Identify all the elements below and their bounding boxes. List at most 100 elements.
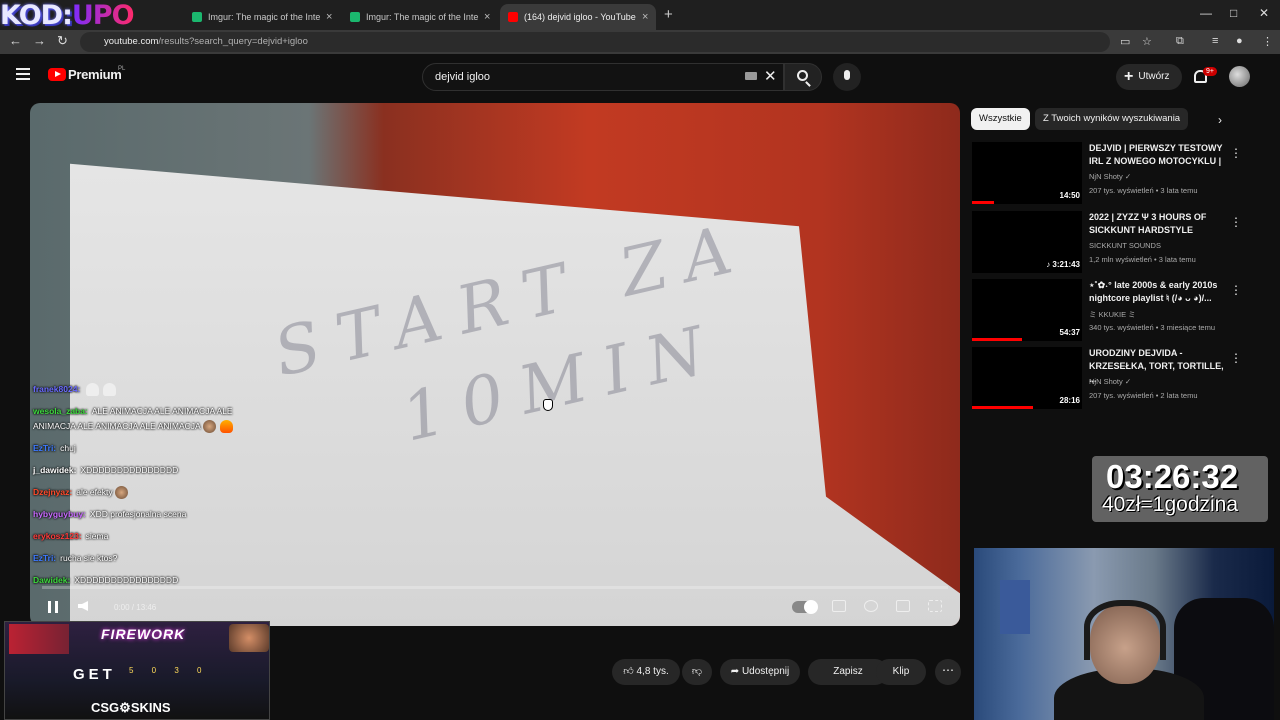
- youtube-logo-icon[interactable]: [48, 68, 66, 81]
- ad-get-label: GET: [73, 666, 116, 683]
- recommendation-item[interactable]: 54:37 ⋆˚✿˖° late 2000s & early 2010s nig…: [972, 279, 1252, 343]
- video-duration: ♪ 3:21:43: [1046, 260, 1080, 269]
- voice-search-button[interactable]: [833, 63, 861, 91]
- youtube-header: Premium PL dejvid igloo ✕ + Utwórz 9+: [0, 54, 1280, 100]
- video-title[interactable]: ⋆˚✿˖° late 2000s & early 2010s nightcore…: [1089, 279, 1229, 305]
- microphone-icon: [844, 70, 850, 80]
- search-button[interactable]: [784, 63, 822, 91]
- headphones-icon: [1084, 600, 1166, 660]
- channel-name[interactable]: NjN Shoty ✓: [1089, 172, 1131, 181]
- imgur-favicon-icon: [350, 12, 360, 22]
- dislike-button[interactable]: 👎︎: [682, 659, 712, 685]
- hamburger-menu-icon[interactable]: [16, 68, 30, 80]
- sponsor-ad-overlay: FIREWORK GET 5 0 3 0 CSG⚙SKINS: [4, 621, 270, 720]
- video-thumbnail[interactable]: 14:50: [972, 142, 1082, 204]
- more-options-icon[interactable]: ⋮: [1230, 283, 1242, 297]
- tab-title: (164) dejvid igloo - YouTube: [524, 12, 636, 22]
- chat-text: rucha sie ktos?: [60, 553, 118, 563]
- stream-logo-part1: KOD:: [0, 0, 73, 31]
- imgur-favicon-icon: [192, 12, 202, 22]
- chip-from-search[interactable]: Z Twoich wyników wyszukiwania: [1035, 108, 1189, 130]
- autoplay-toggle[interactable]: [792, 600, 818, 614]
- browser-tab-1[interactable]: Imgur: The magic of the Interne ×: [184, 4, 340, 30]
- chat-username: j_dawidek:: [33, 465, 77, 475]
- browser-tab-2[interactable]: Imgur: The magic of the Interne ×: [342, 4, 498, 30]
- new-tab-button[interactable]: +: [664, 6, 673, 23]
- chat-message: Dawidek: XDDDDDDDDDDDDDDDD: [33, 573, 253, 588]
- video-title[interactable]: DEJVID | PIERWSZY TESTOWY IRL Z NOWEGO M…: [1089, 142, 1229, 168]
- video-title[interactable]: 2022 | ZYZZ Ψ 3 HOURS OF SICKKUNT HARDST…: [1089, 211, 1229, 237]
- recommendation-item[interactable]: 28:16 URODZINY DEJVIDA - KRZESEŁKA, TORT…: [972, 347, 1252, 411]
- video-duration: 14:50: [1059, 191, 1080, 200]
- chat-text: XDD profesjonalna scena: [89, 509, 187, 519]
- maximize-button[interactable]: □: [1230, 6, 1237, 20]
- close-window-button[interactable]: ✕: [1259, 6, 1269, 20]
- plus-icon: +: [1124, 68, 1134, 85]
- more-options-icon[interactable]: ⋮: [1230, 146, 1242, 160]
- tab-title: Imgur: The magic of the Interne: [366, 12, 478, 22]
- like-button[interactable]: 👍︎ 4,8 tys.: [612, 659, 680, 685]
- bookmark-star-icon[interactable]: ☆: [1142, 35, 1152, 48]
- channel-name[interactable]: NjN Shoty ✓: [1089, 377, 1131, 386]
- fullscreen-icon[interactable]: [928, 600, 942, 612]
- more-options-icon[interactable]: ⋮: [1230, 215, 1242, 229]
- chevron-right-icon[interactable]: ›: [1218, 113, 1222, 127]
- video-thumbnail[interactable]: ♪ 3:21:43: [972, 211, 1082, 273]
- minimize-button[interactable]: —: [1200, 6, 1212, 20]
- url-field[interactable]: youtube.com/results?search_query=dejvid+…: [80, 32, 1110, 52]
- settings-gear-icon[interactable]: [864, 600, 878, 612]
- keyboard-icon[interactable]: [745, 72, 757, 80]
- tab-close-icon[interactable]: ×: [326, 11, 332, 23]
- chat-message: hybyguybuy: XDD profesjonalna scena: [33, 507, 253, 522]
- clip-label: Klip: [892, 666, 910, 677]
- chat-message: EzTri: rucha sie ktos?: [33, 551, 253, 566]
- tab-title: Imgur: The magic of the Interne: [208, 12, 320, 22]
- clear-search-icon[interactable]: ✕: [764, 67, 777, 85]
- more-options-icon[interactable]: ⋮: [1230, 351, 1242, 365]
- extensions-icon[interactable]: ⧉: [1176, 35, 1184, 48]
- recommendation-item[interactable]: ♪ 3:21:43 2022 | ZYZZ Ψ 3 HOURS OF SICKK…: [972, 211, 1252, 275]
- cast-icon[interactable]: ▭: [1120, 35, 1130, 48]
- youtube-premium-label[interactable]: Premium: [68, 67, 122, 82]
- clip-button[interactable]: Klip: [876, 659, 926, 685]
- share-button[interactable]: ➦ Udostępnij: [720, 659, 800, 685]
- chat-message: franek8024:: [33, 382, 253, 397]
- account-avatar[interactable]: [1229, 66, 1250, 87]
- ad-title: FIREWORK: [101, 626, 186, 642]
- video-thumbnail[interactable]: 28:16: [972, 347, 1082, 409]
- stream-logo-overlay: KOD:UPO: [0, 0, 160, 32]
- browser-menu-icon[interactable]: ⋮: [1262, 35, 1273, 48]
- watched-progress-bar: [972, 406, 1033, 409]
- channel-name[interactable]: ミ KKUKIE ミ: [1089, 309, 1136, 320]
- subtitles-icon[interactable]: [832, 600, 846, 612]
- channel-name[interactable]: SICKKUNT SOUNDS: [1089, 241, 1161, 250]
- chip-all[interactable]: Wszystkie: [971, 108, 1030, 130]
- chat-username: hybyguybuy:: [33, 509, 86, 519]
- create-button[interactable]: + Utwórz: [1116, 64, 1182, 90]
- video-thumbnail[interactable]: 54:37: [972, 279, 1082, 341]
- chat-message: erykosz123: siema: [33, 529, 253, 544]
- share-label: Udostępnij: [741, 666, 790, 677]
- pause-icon[interactable]: [48, 601, 58, 613]
- thumbs-up-icon: 👍︎: [623, 666, 637, 677]
- reload-icon[interactable]: ↻: [57, 33, 68, 49]
- watched-progress-bar: [972, 201, 994, 204]
- browser-tab-3-active[interactable]: (164) dejvid igloo - YouTube ×: [500, 4, 657, 30]
- chat-username: EzTri:: [33, 443, 57, 453]
- recommendation-item[interactable]: 14:50 DEJVID | PIERWSZY TESTOWY IRL Z NO…: [972, 142, 1252, 206]
- media-icon[interactable]: ≡: [1212, 35, 1218, 47]
- profile-icon[interactable]: ●: [1236, 35, 1243, 47]
- tab-close-icon[interactable]: ×: [642, 11, 648, 23]
- tab-close-icon[interactable]: ×: [484, 11, 490, 23]
- chat-text: siema: [85, 531, 109, 541]
- back-arrow-icon[interactable]: ←: [9, 33, 22, 48]
- chat-message: Dzejnyaz: ale efekty: [33, 485, 253, 500]
- forward-arrow-icon[interactable]: →: [33, 33, 46, 48]
- search-input[interactable]: dejvid igloo: [422, 63, 784, 91]
- face-emote-icon: [114, 486, 128, 500]
- wall-poster: [1000, 580, 1030, 634]
- miniplayer-icon[interactable]: [896, 600, 910, 612]
- more-actions-button[interactable]: ⋯: [935, 659, 961, 685]
- mouse-cursor-icon: [543, 399, 553, 411]
- stream-logo-part2: UPO: [71, 0, 135, 31]
